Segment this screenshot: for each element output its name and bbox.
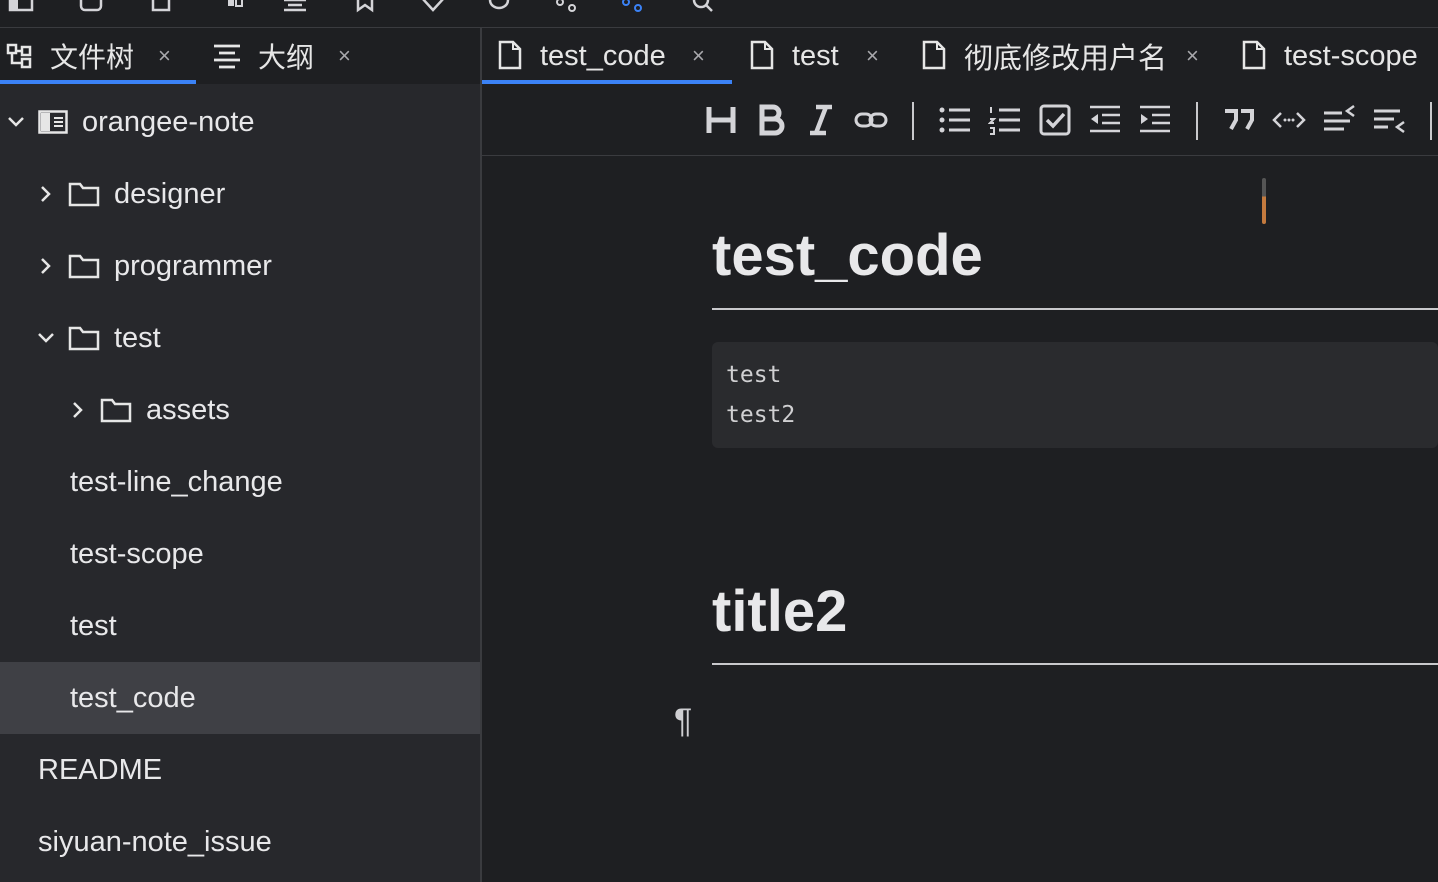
tree-item-label: orangee-note	[82, 105, 255, 138]
tree-item-label: designer	[114, 177, 226, 210]
sidebar-icon[interactable]	[8, 0, 34, 14]
tab-test-code[interactable]: test_code ×	[482, 28, 732, 84]
tab-label: test_code	[540, 39, 666, 72]
bookmark-icon[interactable]	[352, 0, 378, 14]
scroll-indicator[interactable]	[1262, 178, 1266, 224]
document-icon	[750, 40, 774, 70]
close-icon[interactable]: ×	[338, 43, 351, 69]
italic-icon[interactable]	[802, 101, 840, 139]
tree-item-doc[interactable]: README	[0, 734, 480, 806]
top-toolbar	[0, 0, 1438, 28]
left-panel-tabs: 文件树 × 大纲 ×	[0, 28, 480, 84]
format-toolbar	[482, 84, 1438, 156]
inbox-icon[interactable]	[78, 0, 104, 14]
code-line: test2	[726, 402, 796, 428]
outdent-icon[interactable]	[1086, 101, 1124, 139]
code-line: test	[726, 362, 782, 388]
folder-icon	[68, 182, 100, 207]
paragraph-marker[interactable]: ¶	[674, 702, 692, 741]
editor-tabs: test_code × test × 彻底修改用户名 × test-scope	[482, 28, 1438, 84]
notebook-icon	[38, 110, 68, 134]
toolbar-divider	[1196, 102, 1198, 140]
tab-file-tree[interactable]: 文件树 ×	[0, 28, 196, 84]
tree-item-label: test_code	[70, 681, 196, 714]
indent-icon[interactable]	[1136, 101, 1174, 139]
tree-item-label: test	[70, 609, 117, 642]
graph-icon[interactable]	[554, 0, 580, 14]
chevron-down-icon[interactable]	[6, 112, 26, 132]
doc-icon[interactable]	[148, 0, 174, 14]
tree-item-label: test-scope	[70, 537, 204, 570]
document-icon	[498, 40, 522, 70]
link-icon[interactable]	[852, 101, 890, 139]
file-tree-panel: 文件树 × 大纲 × orangee-note designer program…	[0, 28, 480, 882]
tree-icon[interactable]	[222, 0, 248, 14]
tree-item-folder[interactable]: test	[0, 302, 480, 374]
tree-item-folder[interactable]: programmer	[0, 230, 480, 302]
toolbar-divider	[1430, 102, 1432, 140]
folder-icon	[68, 326, 100, 351]
editor: test_code test test2 title2 ¶	[482, 84, 1438, 882]
heading-underline	[712, 308, 1438, 310]
bullet-list-icon[interactable]	[936, 101, 974, 139]
ordered-list-icon[interactable]	[986, 101, 1024, 139]
toolbar-divider	[912, 102, 914, 140]
file-tree-icon	[6, 43, 32, 69]
tree-item-label: programmer	[114, 249, 272, 282]
close-icon[interactable]: ×	[158, 43, 171, 69]
chevron-down-icon[interactable]	[36, 328, 56, 348]
quote-icon[interactable]	[1220, 101, 1258, 139]
tab-test-scope[interactable]: test-scope	[1226, 28, 1438, 84]
tree-item-doc[interactable]: test	[0, 590, 480, 662]
insert-after-icon[interactable]	[1370, 101, 1408, 139]
code-block[interactable]: test test2	[712, 342, 1438, 448]
tab-outline[interactable]: 大纲 ×	[200, 28, 370, 84]
tab-outline-label: 大纲	[258, 42, 315, 73]
close-icon[interactable]: ×	[866, 43, 879, 69]
tree-item-label: test	[114, 321, 161, 354]
tab-label: 彻底修改用户名	[964, 43, 1168, 75]
insert-before-icon[interactable]	[1320, 101, 1358, 139]
close-icon[interactable]: ×	[692, 43, 705, 69]
tag-icon[interactable]	[420, 0, 446, 14]
backlink-icon[interactable]	[486, 0, 512, 14]
tree-item-label: assets	[146, 393, 230, 426]
tab-file-tree-label: 文件树	[50, 42, 135, 73]
folder-icon	[100, 398, 132, 423]
outline-icon	[214, 44, 240, 69]
tree-item-doc[interactable]: test-scope	[0, 518, 480, 590]
checklist-icon[interactable]	[1036, 101, 1074, 139]
chevron-right-icon[interactable]	[68, 400, 88, 420]
chevron-right-icon[interactable]	[36, 256, 56, 276]
tree-item-label: test-line_change	[70, 465, 283, 498]
tree-item-folder[interactable]: designer	[0, 158, 480, 230]
document-icon	[922, 40, 946, 70]
outline-icon[interactable]	[282, 0, 308, 14]
heading-underline	[712, 663, 1438, 665]
tab-test[interactable]: test ×	[734, 28, 894, 84]
tree-item-notebook[interactable]: orangee-note	[0, 86, 480, 158]
tree-item-folder[interactable]: assets	[0, 374, 480, 446]
code-icon[interactable]	[1270, 101, 1308, 139]
chevron-right-icon[interactable]	[36, 184, 56, 204]
tab-label: test-scope	[1284, 39, 1418, 72]
heading-2[interactable]: title2	[712, 578, 847, 645]
close-icon[interactable]: ×	[1186, 43, 1199, 69]
heading-icon[interactable]	[702, 101, 740, 139]
tab-label: test	[792, 39, 839, 72]
tree-item-doc-selected[interactable]: test_code	[0, 662, 480, 734]
tree-item-doc[interactable]: test-line_change	[0, 446, 480, 518]
tree-item-doc[interactable]: siyuan-note_issue	[0, 806, 480, 878]
bold-icon[interactable]	[752, 101, 790, 139]
tree-item-label: README	[38, 753, 163, 786]
tree-item-label: siyuan-note_issue	[38, 825, 272, 858]
folder-icon	[68, 254, 100, 279]
document-icon	[1242, 40, 1266, 70]
heading-1[interactable]: test_code	[712, 222, 983, 289]
tab-rename-user[interactable]: 彻底修改用户名 ×	[906, 28, 1216, 84]
search-icon[interactable]	[690, 0, 716, 14]
global-graph-icon[interactable]	[620, 0, 646, 14]
